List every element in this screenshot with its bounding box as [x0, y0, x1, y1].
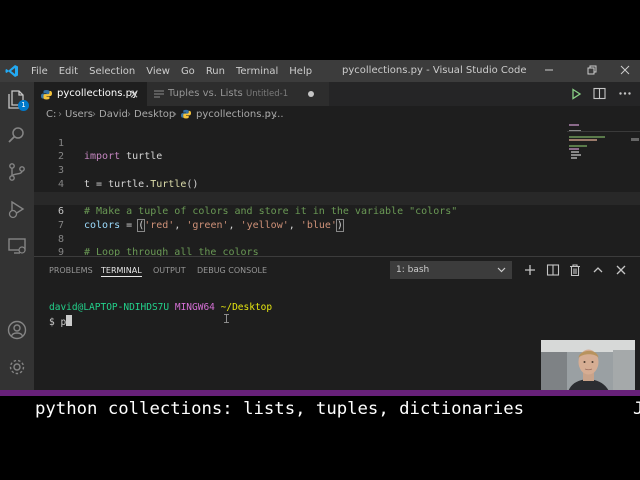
menu-file[interactable]: File [31, 66, 48, 77]
chevron-right-icon: › [127, 109, 131, 120]
breadcrumb-drive[interactable]: C: [46, 106, 56, 123]
presenter-video-image [541, 340, 635, 396]
menu-go[interactable]: Go [181, 66, 195, 77]
code-editor[interactable]: 1 import turtle 2 3 t = turtle.Turtle() … [34, 123, 640, 256]
minimize-icon [545, 69, 553, 71]
tab-label: pycollections.py [57, 88, 138, 99]
panel-tab-debug-console[interactable]: DEBUG CONSOLE [197, 257, 267, 284]
chevron-right-icon: › [92, 109, 96, 120]
minimize-button[interactable] [536, 60, 562, 82]
tab-pycollections[interactable]: pycollections.py × [34, 82, 147, 106]
more-actions-icon[interactable] [618, 87, 632, 100]
tab-label: Tuples vs. Lists [168, 88, 243, 99]
webcam-overlay [541, 340, 635, 396]
terminal-env: MINGW64 [174, 302, 215, 313]
search-button[interactable] [6, 124, 28, 146]
text-cursor-icon [224, 314, 229, 323]
vscode-logo-icon [5, 65, 18, 77]
accounts-button[interactable] [6, 319, 28, 341]
unsaved-dot-icon[interactable] [308, 91, 314, 97]
chevron-down-icon [497, 267, 506, 273]
chevron-right-icon: › [267, 109, 271, 120]
python-file-icon [41, 90, 52, 100]
chevron-right-icon: › [58, 109, 62, 120]
breadcrumb-desktop[interactable]: Desktop [134, 106, 175, 123]
video-caption-overflow: J [633, 399, 640, 419]
panel-tab-terminal[interactable]: TERMINAL [101, 257, 142, 277]
tab-close-button[interactable]: × [129, 82, 139, 106]
breadcrumb-david[interactable]: David [99, 106, 128, 123]
explorer-button[interactable]: 1 [6, 88, 29, 111]
source-control-button[interactable] [6, 161, 28, 183]
terminal-path: ~/Desktop [220, 302, 273, 313]
code-line: 10 t.color(c) [34, 246, 640, 256]
code-line: 7 [34, 205, 640, 231]
code-line: 1 import turtle [34, 123, 640, 163]
run-debug-button[interactable] [6, 198, 28, 220]
minimap[interactable] [567, 123, 640, 256]
close-panel-icon[interactable] [614, 263, 628, 277]
new-terminal-icon[interactable] [523, 263, 537, 277]
split-terminal-icon[interactable] [546, 263, 560, 277]
panel-tab-problems[interactable]: PROBLEMS [49, 257, 93, 284]
settings-gear-icon [9, 359, 25, 375]
close-icon [620, 65, 630, 75]
terminal-output[interactable]: david@LAPTOP-NDIHDS7U MINGW64 ~/Desktop … [49, 301, 272, 330]
chevron-right-icon: › [173, 109, 177, 120]
menu-view[interactable]: View [146, 66, 170, 77]
terminal-user-host: david@LAPTOP-NDIHDS7U [49, 302, 170, 313]
status-bar [0, 390, 640, 396]
split-editor-icon[interactable] [593, 87, 606, 100]
menu-bar: File Edit Selection View Go Run Terminal… [31, 60, 323, 82]
breadcrumb-symbol[interactable]: ... [274, 106, 284, 123]
terminal-cursor [66, 315, 73, 326]
breadcrumb-users[interactable]: Users [65, 106, 93, 123]
restore-icon [587, 65, 597, 75]
maximize-panel-icon[interactable] [591, 263, 605, 277]
breadcrumb-file[interactable]: pycollections.py [196, 106, 277, 123]
code-line: 5 # Make a tuple of colors and store it … [34, 178, 640, 218]
accounts-icon [7, 320, 27, 340]
search-icon [8, 127, 24, 143]
editor-tabs: pycollections.py × Tuples vs. Lists Unti… [34, 82, 640, 106]
terminal-prompt: $ [49, 317, 61, 328]
activity-bar: 1 [0, 82, 34, 390]
run-debug-icon [8, 200, 25, 219]
menu-run[interactable]: Run [206, 66, 225, 77]
remote-explorer-icon [8, 238, 26, 254]
title-bar: File Edit Selection View Go Run Terminal… [0, 60, 640, 82]
explorer-badge: 1 [18, 100, 29, 111]
terminal-select-value: 1: bash [396, 265, 430, 275]
run-python-icon[interactable] [570, 88, 582, 100]
python-file-icon [181, 109, 191, 119]
code-line: 3 t = turtle.Turtle() [34, 150, 640, 190]
video-caption: python collections: lists, tuples, dicti… [35, 399, 524, 419]
menu-edit[interactable]: Edit [59, 66, 78, 77]
trash-icon[interactable] [568, 263, 582, 277]
remote-explorer-button[interactable] [6, 235, 28, 257]
code-line: 8 # Loop through all the colors [34, 219, 640, 256]
menu-help[interactable]: Help [289, 66, 312, 77]
tab-tuples-vs-lists[interactable]: Tuples vs. Lists Untitled-1 [147, 82, 329, 106]
source-control-icon [9, 163, 25, 181]
text-file-icon [154, 90, 164, 98]
code-line-current: 6 colors = ('red', 'green', 'yellow', 'b… [34, 191, 640, 232]
menu-terminal[interactable]: Terminal [236, 66, 278, 77]
code-line: 9 for c in colors: [34, 233, 640, 256]
window-title: pycollections.py - Visual Studio Code [342, 65, 527, 76]
panel-tab-output[interactable]: OUTPUT [153, 257, 186, 284]
breadcrumb: C: › Users › David › Desktop › pycollect… [34, 106, 640, 123]
tab-sublabel: Untitled-1 [246, 89, 289, 99]
restore-button[interactable] [579, 60, 605, 82]
terminal-select[interactable]: 1: bash [390, 261, 512, 279]
menu-selection[interactable]: Selection [89, 66, 135, 77]
code-line: 2 [34, 137, 640, 162]
close-window-button[interactable] [612, 60, 638, 82]
manage-settings-button[interactable] [6, 356, 28, 378]
code-line: 4 [34, 164, 640, 190]
